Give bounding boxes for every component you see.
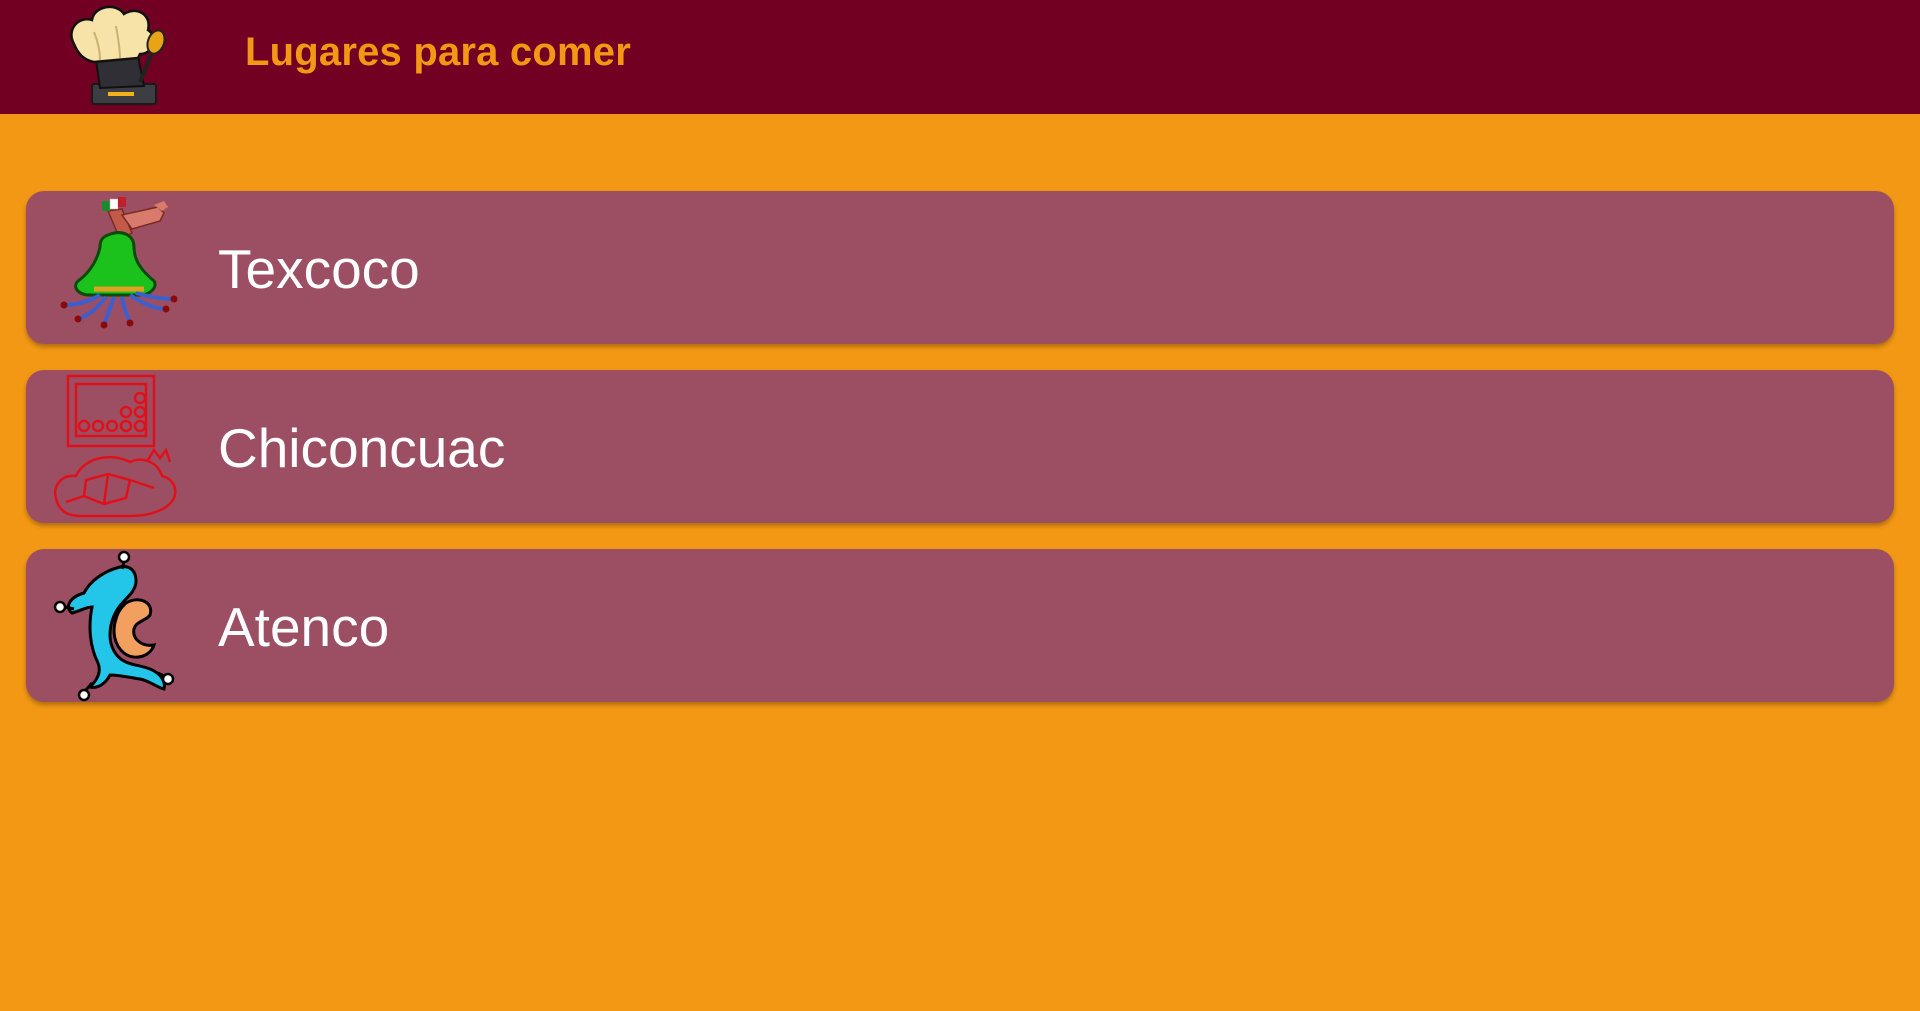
list-item-atenco[interactable]: Atenco: [26, 549, 1894, 702]
texcoco-glyph-icon: [50, 191, 180, 344]
place-label: Chiconcuac: [218, 417, 506, 479]
place-label: Texcoco: [218, 238, 420, 300]
atenco-glyph-icon: [50, 549, 180, 702]
chiconcuac-glyph-icon: [50, 370, 180, 523]
chef-hat-spoon-icon: [64, 2, 174, 108]
places-list: Texcoco Chiconcuac Atenco: [26, 191, 1894, 728]
page-title: Lugares para comer: [245, 30, 631, 74]
list-item-chiconcuac[interactable]: Chiconcuac: [26, 370, 1894, 523]
app-bar: Lugares para comer: [0, 0, 1920, 114]
place-label: Atenco: [218, 596, 390, 658]
list-item-texcoco[interactable]: Texcoco: [26, 191, 1894, 344]
